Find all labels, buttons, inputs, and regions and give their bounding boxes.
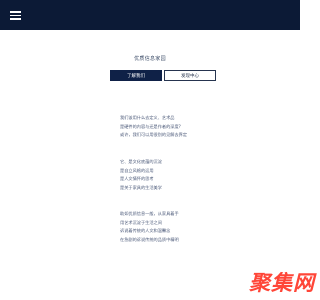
- paragraph-line: 用艺术沉淀于生活之间: [120, 219, 162, 225]
- paragraph-line: 是关于家具的生活美学: [120, 184, 162, 190]
- discovery-center-button[interactable]: 发现中心: [164, 70, 216, 81]
- menu-line: [10, 11, 21, 13]
- paragraph-line: 是人文情怀的思考: [120, 176, 154, 182]
- menu-line: [10, 18, 21, 20]
- paragraph-2: 它、是文化底蕴的沉淀 是自立风格的运用 是人文情怀的思考 是关于家具的生活美学: [120, 158, 162, 192]
- paragraph-line: 它、是文化底蕴的沉淀: [120, 159, 162, 164]
- paragraph-line: 在急剧的诉说传统的品质中精明: [120, 236, 179, 242]
- paragraph-3: 助如优质信息一般，从家具着手 用艺术沉淀于生活之间 诉说着传统的人文和温馨念 在…: [120, 210, 179, 244]
- paragraph-line: 助如优质信息一般，从家具着手: [120, 211, 179, 216]
- paragraph-line: 我们该用什么去定义、艺术品: [120, 115, 175, 120]
- paragraph-line: 是硬件的内容与还是作者的深度?: [120, 123, 181, 129]
- menu-line: [10, 14, 21, 17]
- hamburger-menu-icon[interactable]: [10, 10, 21, 20]
- site-watermark: 聚集网: [249, 271, 315, 295]
- paragraph-line: 诉说着传统的人文和温馨念: [120, 228, 171, 234]
- paragraph-1: 我们该用什么去定义、艺术品 是硬件的内容与还是作者的深度? 或许，我们可以用很别…: [120, 114, 187, 140]
- about-us-button[interactable]: 了解我们: [110, 70, 162, 81]
- paragraph-line: 是自立风格的运用: [120, 167, 154, 173]
- paragraph-line: 或许，我们可以用很别的见解去界定: [120, 132, 188, 138]
- top-navigation-bar: [0, 0, 300, 30]
- section-title: 优质信息家园: [134, 56, 166, 62]
